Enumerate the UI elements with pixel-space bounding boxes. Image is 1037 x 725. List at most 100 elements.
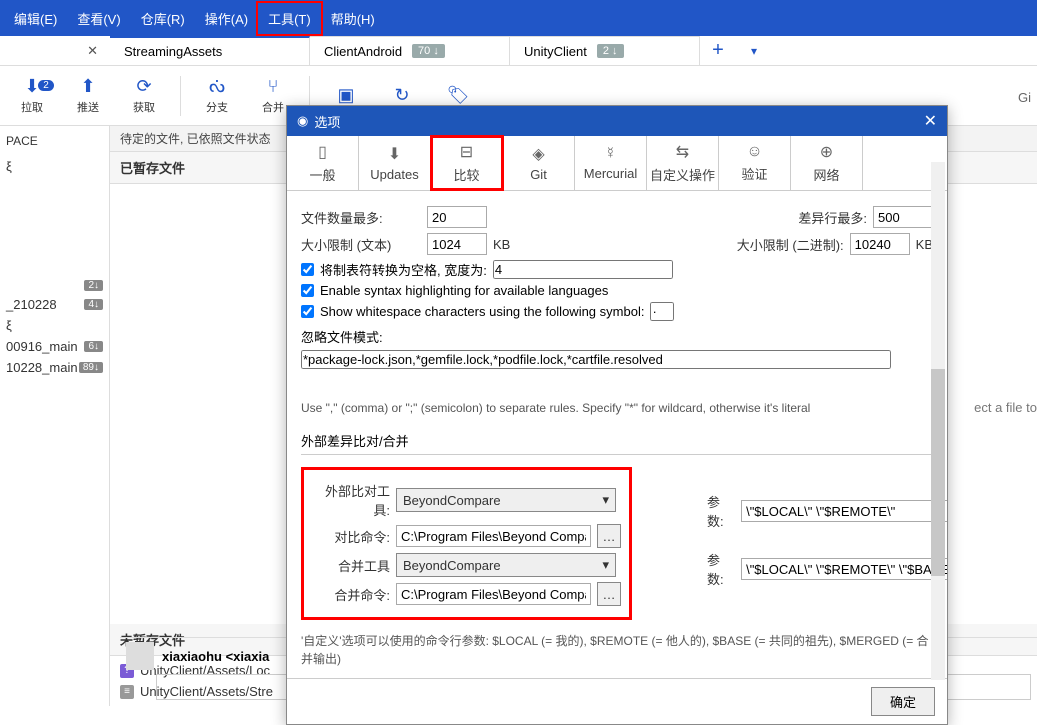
label: 合并工具 [312,556,390,575]
tab-custom[interactable]: ⇆自定义操作 [647,136,719,190]
push-button[interactable]: ⬆ 推送 [62,69,114,123]
mercurial-icon: ☿ [605,145,617,163]
tabs-to-spaces-checkbox[interactable]: 将制表符转换为空格, 宽度为: [301,260,933,279]
diff-command-input[interactable] [396,525,591,547]
row-size-limits: 大小限制 (文本) KB 大小限制 (二进制): KB [301,233,933,255]
label: 外部比对工具: [312,481,390,519]
branch-row[interactable]: ξ [6,315,103,336]
dialog-body: 文件数量最多: 差异行最多: 大小限制 (文本) KB 大小限制 (二进制): … [287,191,947,678]
row-merge-tool: 合并工具 BeyondCompare▾ [312,553,621,577]
author-name: xiaxiaohu <xiaxia [162,649,269,664]
tab-general[interactable]: ▯一般 [287,136,359,190]
branch-row[interactable]: 00916_main6↓ [6,336,103,357]
menu-action[interactable]: 操作(A) [195,3,258,34]
menu-edit[interactable]: 编辑(E) [4,3,67,34]
options-dialog: ◉ 选项 ✕ ▯一般 ⬇Updates ⊟比较 ◈Git ☿Mercurial … [286,105,948,725]
avatar [126,642,154,670]
merge-label: 合并 [262,99,284,115]
row-diff-cmd: 对比命令: … [312,524,621,548]
merge-tool-select[interactable]: BeyondCompare▾ [396,553,616,577]
row-ext-diff-tool: 外部比对工具: BeyondCompare▾ [312,481,621,519]
file-preview-placeholder: ect a file to [974,400,1037,415]
dialog-tabs: ▯一般 ⬇Updates ⊟比较 ◈Git ☿Mercurial ⇆自定义操作 … [287,136,947,191]
tab-menu-dropdown[interactable]: ▾ [736,36,772,65]
label: 大小限制 (文本) [301,235,421,254]
tab-streamingassets[interactable]: StreamingAssets [110,36,310,65]
params-hint: '自定义'选项可以使用的命令行参数: $LOCAL (= 我的), $REMOT… [301,632,933,668]
ignore-label: 忽略文件模式: [301,327,933,346]
menu-view[interactable]: 查看(V) [67,3,130,34]
tab-close[interactable]: ✕ [0,36,110,65]
tab-unityclient[interactable]: UnityClient 2 ↓ [510,36,700,65]
tab-network[interactable]: ⊕网络 [791,136,863,190]
checkbox[interactable] [301,284,314,297]
tab-mercurial[interactable]: ☿Mercurial [575,136,647,190]
tab-label: UnityClient [524,44,587,59]
branch-row[interactable]: 10228_main89↓ [6,357,103,378]
size-text-input[interactable] [427,233,487,255]
whitespace-symbol[interactable] [650,302,674,321]
syntax-checkbox[interactable]: Enable syntax highlighting for available… [301,283,933,298]
external-tools-highlight: 外部比对工具: BeyondCompare▾ 对比命令: … 合并工具 Beyo… [301,467,632,620]
branch-row[interactable]: ξ [6,156,103,177]
tab-clientandroid[interactable]: ClientAndroid70 ↓ [310,36,510,65]
diff-params-row: 参数: [707,487,947,535]
scrollbar[interactable] [931,162,945,680]
menu-help[interactable]: 帮助(H) [321,3,385,34]
menu-tools[interactable]: 工具(T) [258,3,321,34]
label: 大小限制 (二进制): [737,235,844,254]
network-icon: ⊕ [820,142,833,162]
close-icon[interactable]: ✕ [924,111,937,131]
label: 参数: [707,550,735,588]
row-merge-cmd: 合并命令: … [312,582,621,606]
sidebar: PACE ξ 2↓ _2102284↓ ξ 00916_main6↓ 10228… [0,126,110,706]
dialog-titlebar: ◉ 选项 ✕ [287,106,947,136]
whitespace-checkbox[interactable]: Show whitespace characters using the fol… [301,302,933,321]
branch-row[interactable]: _2102284↓ [6,294,103,315]
custom-icon: ⇆ [676,142,689,162]
general-icon: ▯ [318,142,327,162]
checkbox[interactable] [301,305,314,318]
branch-row[interactable]: 2↓ [6,277,103,294]
tab-compare[interactable]: ⊟比较 [431,136,503,190]
label: 合并命令: [312,585,390,604]
tab-verify[interactable]: ☺验证 [719,136,791,190]
checkbox[interactable] [301,263,314,276]
fetch-button[interactable]: ⟳获取 [118,69,170,123]
menu-repo[interactable]: 仓库(R) [131,3,195,34]
browse-button[interactable]: … [597,524,621,548]
ignore-patterns-input[interactable] [301,350,891,369]
tab-updates[interactable]: ⬇Updates [359,136,431,190]
app-icon: ◉ [297,113,308,129]
right-hint: Gi [1018,90,1031,105]
verify-icon: ☺ [746,143,762,161]
label: 对比命令: [312,527,390,546]
push-label: 推送 [77,99,99,115]
diff-params-input[interactable] [741,500,947,522]
ok-button[interactable]: 确定 [871,687,935,716]
scrollbar-thumb[interactable] [931,369,945,576]
tab-git[interactable]: ◈Git [503,136,575,190]
pull-button[interactable]: 2 ⬇ 拉取 [6,69,58,123]
repo-tabs: ✕ StreamingAssets ClientAndroid70 ↓ Unit… [0,36,1037,66]
chevron-down-icon: ▾ [602,492,609,508]
pull-count: 2 [38,80,54,91]
max-diff-input[interactable] [873,206,933,228]
tab-width-input[interactable] [493,260,673,279]
branch-button[interactable]: ᔔ分支 [191,69,243,123]
browse-button[interactable]: … [597,582,621,606]
row-max-files: 文件数量最多: 差异行最多: [301,206,933,228]
max-files-input[interactable] [427,206,487,228]
label: 参数: [707,492,735,530]
merge-params-input[interactable] [741,558,947,580]
menu-bar: 编辑(E) 查看(V) 仓库(R) 操作(A) 工具(T) 帮助(H) [0,0,1037,36]
size-bin-input[interactable] [850,233,910,255]
tab-badge: 2 ↓ [597,44,624,58]
merge-command-input[interactable] [396,583,591,605]
label: 文件数量最多: [301,208,421,227]
stash-icon: ▣ [337,85,354,106]
push-icon: ⬆ [80,76,95,97]
diff-tool-select[interactable]: BeyondCompare▾ [396,488,616,512]
add-tab[interactable]: + [700,36,736,65]
tab-label: StreamingAssets [124,44,222,59]
